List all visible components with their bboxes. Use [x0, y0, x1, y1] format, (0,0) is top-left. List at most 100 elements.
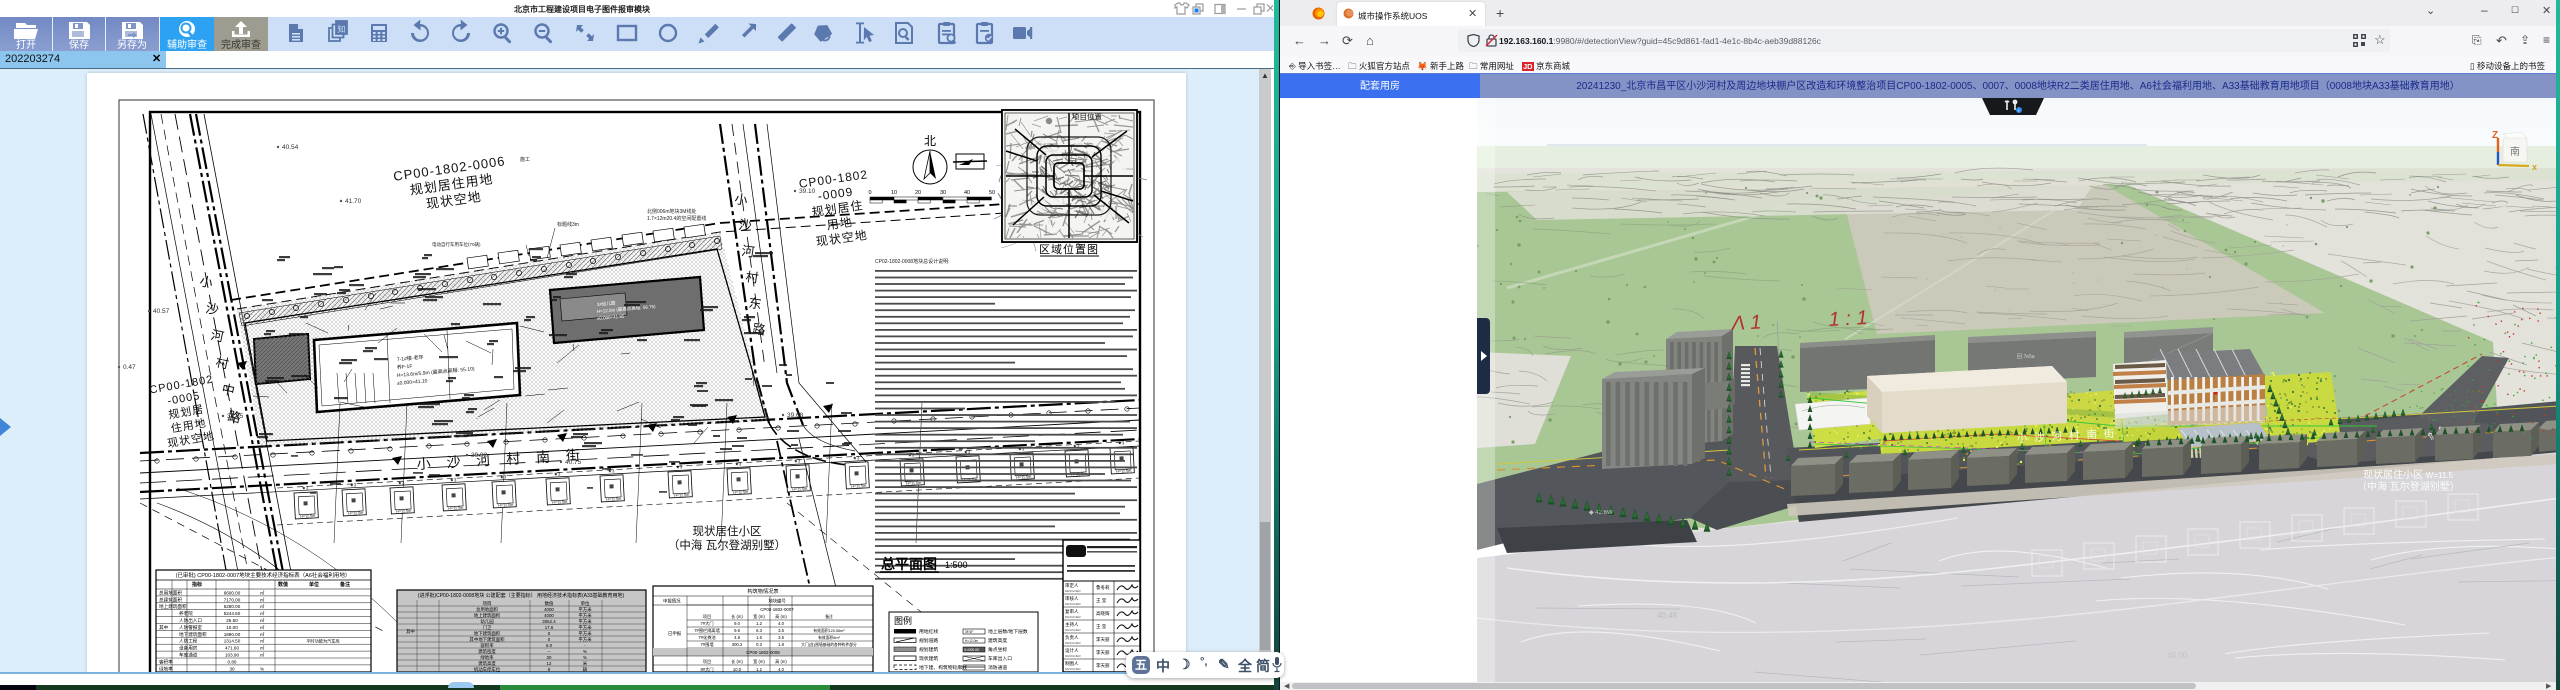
- svg-text:建筑高度: 建筑高度: [478, 660, 496, 667]
- svg-text:单位: 单位: [581, 600, 590, 607]
- svg-text:北: 北: [924, 134, 936, 148]
- svg-text:复审人: 复审人: [1065, 608, 1079, 615]
- svg-text:平方米: 平方米: [578, 606, 592, 613]
- svg-text:地下建、构筑物轮廓线: 地下建、构筑物轮廓线: [919, 664, 967, 671]
- svg-text:40.54: 40.54: [282, 144, 299, 151]
- svg-text:DESIGNER: DESIGNER: [1065, 628, 1082, 632]
- svg-text:CP02-1802-0008地块总设计说明:: CP02-1802-0008地块总设计说明:: [875, 258, 949, 265]
- svg-text:7170.00: 7170.00: [224, 597, 241, 602]
- svg-text:备注: 备注: [339, 581, 350, 588]
- svg-text:300.2: 300.2: [732, 642, 743, 647]
- svg-text:车库通道: 车库通道: [179, 652, 198, 659]
- svg-text:H≈11.5m: H≈11.5m: [348, 511, 363, 516]
- svg-text:幼儿园: 幼儿园: [480, 618, 494, 625]
- svg-text:总平面图: 总平面图: [881, 556, 937, 572]
- svg-text:北侧006m地块3M线处: 北侧006m地块3M线处: [647, 208, 696, 215]
- svg-text:平方米: 平方米: [578, 624, 592, 631]
- svg-text:40.48: 40.48: [1657, 611, 1678, 620]
- svg-text:H≈11.5m: H≈11.5m: [552, 500, 567, 505]
- svg-text:制图人: 制图人: [1065, 660, 1079, 667]
- svg-text:有效面积120.56m²: 有效面积120.56m²: [813, 628, 845, 633]
- svg-text:30: 30: [229, 666, 235, 671]
- svg-text:高晓辉: 高晓辉: [1096, 610, 1110, 617]
- svg-text:打开: 打开: [16, 38, 36, 51]
- svg-text:地上建筑面积: 地上建筑面积: [159, 603, 187, 610]
- svg-text:用地红线: 用地红线: [919, 628, 938, 635]
- svg-text:◆ 42.6W: ◆ 42.6W: [1589, 510, 1613, 516]
- svg-text:构筑物情况表: 构筑物情况表: [747, 587, 779, 595]
- svg-text:标题线3m: 标题线3m: [557, 221, 579, 228]
- svg-text:现状建筑: 现状建筑: [919, 655, 938, 662]
- svg-text:审核人: 审核人: [1065, 595, 1079, 602]
- svg-text:20: 20: [915, 190, 921, 196]
- svg-text:★3: ★3: [1118, 440, 1125, 445]
- svg-text:1890.00: 1890.00: [224, 632, 241, 637]
- svg-text:总建筑面积: 总建筑面积: [159, 596, 182, 603]
- svg-text:H≈11.5m: H≈11.5m: [1016, 475, 1031, 480]
- svg-text:+: +: [2018, 109, 2021, 114]
- svg-text:（中海 瓦尔登湖别墅）: （中海 瓦尔登湖别墅）: [668, 538, 786, 552]
- svg-text:9.6: 9.6: [734, 628, 740, 633]
- svg-text:(进浮批)CP00-1802-0008地块 公建配套（主要指: (进浮批)CP00-1802-0008地块 公建配套（主要指标） 用地经济技术指…: [418, 592, 625, 599]
- svg-text:知: 知: [338, 24, 346, 34]
- svg-text:指标: 指标: [192, 581, 202, 588]
- svg-text:完成审查: 完成审查: [221, 38, 261, 51]
- svg-text:1.2: 1.2: [756, 621, 762, 626]
- svg-text:施工: 施工: [520, 156, 530, 163]
- svg-text:平方米: 平方米: [578, 618, 592, 625]
- svg-text:人防出入口: 人防出入口: [179, 617, 202, 624]
- svg-text:（中海 瓦尔登湖别墅）: （中海 瓦尔登湖别墅）: [2357, 480, 2460, 493]
- svg-text:平方米: 平方米: [578, 636, 592, 643]
- svg-text:地上建筑面积: 地上建筑面积: [474, 612, 501, 619]
- svg-text:平时功能为汽车库: 平时功能为汽车库: [306, 638, 340, 645]
- svg-text:3F/1F: 3F/1F: [965, 630, 973, 634]
- svg-text:39.68: 39.68: [787, 412, 804, 419]
- svg-text:单位: 单位: [309, 581, 319, 588]
- svg-text:Z: Z: [2492, 130, 2498, 141]
- svg-text:H≈11.5m: H≈11.5m: [606, 497, 621, 502]
- svg-text:H≈11.5m: H≈11.5m: [851, 484, 866, 489]
- svg-text:H≈11.5m: H≈11.5m: [448, 506, 463, 511]
- svg-text:CP00-1802-0007: CP00-1802-0007: [760, 607, 794, 612]
- svg-text:㎡: ㎡: [260, 652, 265, 658]
- svg-text:DESIGNER: DESIGNER: [1065, 615, 1082, 619]
- svg-text:H≈11.5m: H≈11.5m: [300, 514, 315, 519]
- svg-text:大门(含)围墙基础的各种构件部分: 大门(含)围墙基础的各种构件部分: [801, 642, 857, 647]
- svg-text:㎡: ㎡: [260, 596, 265, 602]
- svg-text:高 (m): 高 (m): [775, 658, 787, 665]
- svg-text:其中: 其中: [159, 624, 169, 631]
- svg-text:0.47: 0.47: [123, 364, 136, 371]
- svg-text:★3: ★3: [676, 464, 683, 469]
- svg-text:H≈11.5m: H≈11.5m: [792, 487, 807, 492]
- svg-text:容积率: 容积率: [480, 642, 494, 649]
- svg-text:另存为: 另存为: [117, 38, 147, 51]
- svg-text:规划建筑: 规划建筑: [919, 646, 938, 653]
- svg-text:㎡: ㎡: [260, 645, 265, 651]
- svg-text:数值: 数值: [278, 581, 288, 588]
- svg-text:1.7×12m20.4的空间配置线: 1.7×12m20.4的空间配置线: [647, 215, 706, 222]
- svg-text:1.8: 1.8: [778, 642, 784, 647]
- svg-text:宽 (m): 宽 (m): [753, 658, 765, 665]
- svg-text:4000: 4000: [544, 607, 554, 612]
- svg-text:(已审批) CP00-1802-0007地块主要技术经济指标: (已审批) CP00-1802-0007地块主要技术经济指标表（A6社会福利用地…: [176, 571, 351, 579]
- svg-text:7#围墙: 7#围墙: [700, 641, 713, 648]
- svg-text:长 (m): 长 (m): [731, 613, 743, 620]
- svg-text:其中: 其中: [406, 628, 415, 635]
- svg-text:容积率: 容积率: [159, 658, 173, 665]
- svg-text:宽 (m): 宽 (m): [753, 613, 765, 620]
- svg-text:建筑高度: 建筑高度: [988, 637, 1007, 644]
- svg-text:DESIGNER: DESIGNER: [1065, 641, 1082, 645]
- svg-text:DESIGNER: DESIGNER: [1065, 654, 1082, 658]
- svg-text:电动自行车用车位(70辆): 电动自行车用车位(70辆): [432, 241, 481, 248]
- svg-text:★3: ★3: [554, 471, 561, 476]
- svg-text:39.92: 39.92: [471, 452, 488, 459]
- svg-text:DESIGNER: DESIGNER: [1065, 667, 1082, 671]
- svg-text:10: 10: [891, 190, 897, 196]
- svg-text:X=000.00: X=000.00: [964, 648, 979, 652]
- svg-text:7#大门: 7#大门: [700, 620, 713, 627]
- svg-text:㎡: ㎡: [260, 589, 265, 595]
- svg-text:6.3: 6.3: [756, 628, 762, 633]
- svg-text:数值: 数值: [545, 600, 554, 607]
- svg-text:H≈11.5m: H≈11.5m: [1116, 469, 1131, 474]
- svg-text:地下建筑面积: 地下建筑面积: [474, 630, 501, 637]
